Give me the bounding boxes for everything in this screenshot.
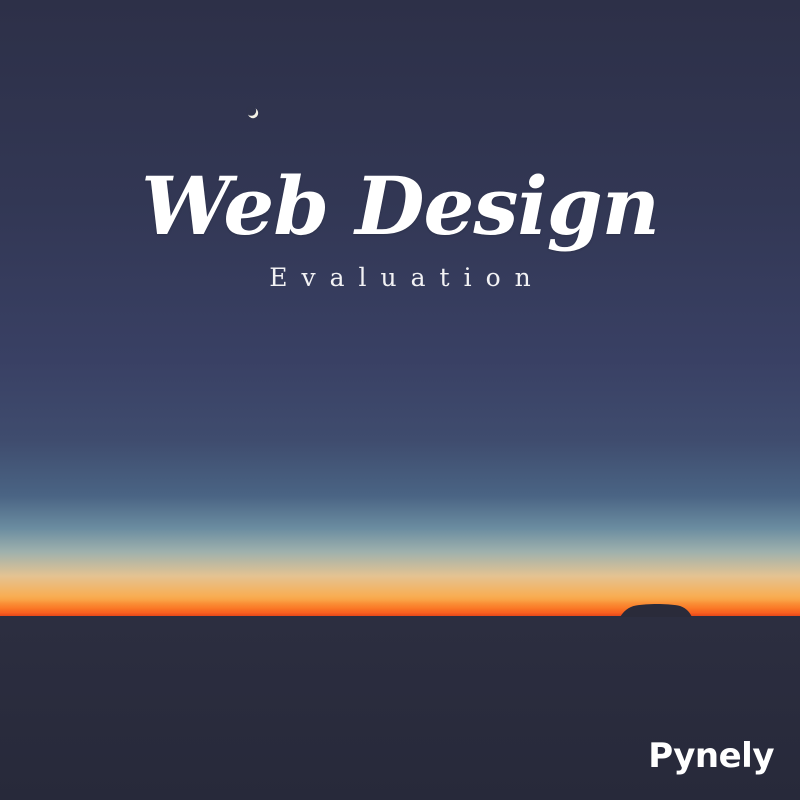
brand-logo: Pynely — [648, 736, 774, 776]
rock-silhouette — [620, 604, 692, 617]
poster-subtitle: Evaluation — [269, 263, 545, 292]
poster-canvas: Web Design Evaluation Pynely — [0, 0, 800, 800]
poster-title: Web Design — [141, 159, 660, 253]
crescent-moon-icon — [246, 106, 259, 119]
